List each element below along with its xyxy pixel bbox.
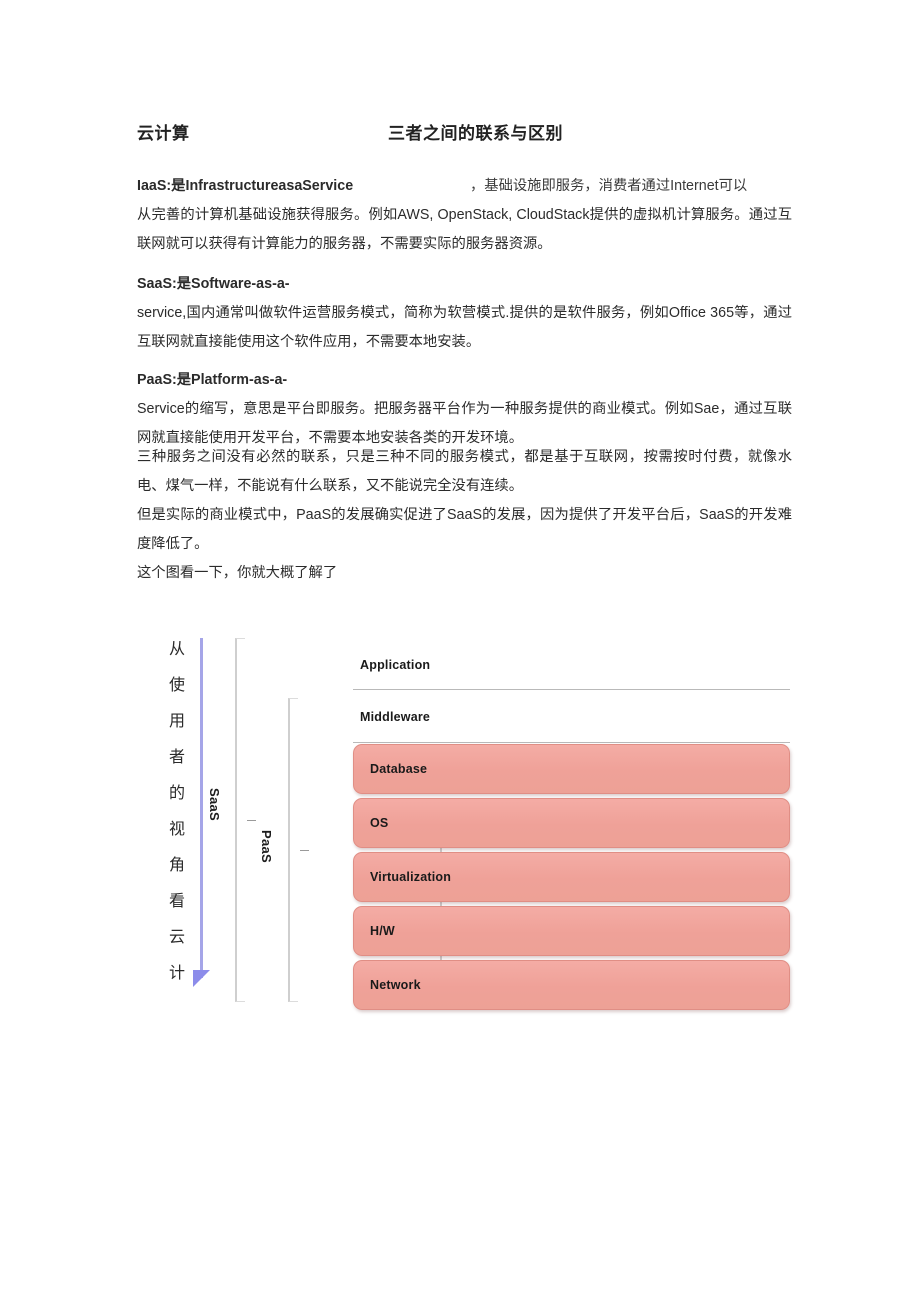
vertical-caption-char: 的 (168, 785, 185, 802)
paas-body: Service的缩写，意思是平台即服务。把服务器平台作为一种服务提供的商业模式。… (137, 401, 792, 446)
stack-box-virtualization: Virtualization (353, 852, 790, 902)
saas-body: service,国内通常叫做软件运营服务模式，简称为软营模式.提供的是软件服务，… (137, 305, 792, 350)
saas-term: SaaS:是Software-as-a- (137, 276, 290, 292)
down-arrow-icon (193, 970, 210, 987)
vertical-caption-char: 看 (168, 893, 185, 910)
closing-paragraphs: 三种服务之间没有必然的联系，只是三种不同的服务模式，都是基于互联网，按需按时付费… (137, 443, 792, 588)
vertical-caption: 从 使 用 者 的 视 角 看 云 计 (162, 642, 192, 982)
iaas-term: IaaS:是InfrastructureasaService (137, 178, 354, 194)
cloud-service-model-diagram: 从 使 用 者 的 视 角 看 云 计 SaaS PaaS Applicatio… (150, 620, 790, 1020)
scope-bracket-saas (235, 638, 256, 1002)
vertical-caption-char: 计 (168, 965, 185, 982)
stack-box-hardware: H/W (353, 906, 790, 956)
page-subtitle: 三者之间的联系与区别 (388, 124, 563, 143)
stack-box-network: Network (353, 960, 790, 1010)
scope-label-saas: SaaS (207, 788, 222, 822)
stack-box-label: OS (370, 816, 389, 830)
vertical-caption-char: 使 (168, 677, 185, 694)
paas-term: PaaS:是Platform-as-a- (137, 372, 288, 388)
scope-label-paas: PaaS (259, 830, 274, 864)
bracket-tick-icon (300, 850, 309, 851)
paragraph-paas: PaaS:是Platform-as-a- Service的缩写，意思是平台即服务… (137, 366, 792, 453)
direction-rule (200, 638, 203, 978)
vertical-caption-char: 云 (168, 929, 185, 946)
scope-bracket-paas (288, 698, 309, 1002)
vertical-caption-char: 角 (168, 857, 185, 874)
heading-row: 云计算 三者之间的联系与区别 (137, 119, 787, 145)
closing-paragraph-1: 三种服务之间没有必然的联系，只是三种不同的服务模式，都是基于互联网，按需按时付费… (137, 449, 792, 494)
layer-divider (353, 742, 790, 743)
closing-paragraph-3: 这个图看一下，你就大概了解了 (137, 565, 338, 581)
paragraph-iaas: IaaS:是InfrastructureasaService ，基础设施即服务，… (137, 172, 792, 259)
stack-box-label: Network (370, 978, 421, 992)
iaas-body: 从完善的计算机基础设施获得服务。例如AWS, OpenStack, CloudS… (137, 207, 792, 252)
stack-box-os: OS (353, 798, 790, 848)
stack-box-label: Virtualization (370, 870, 452, 884)
layer-label-application: Application (360, 658, 431, 672)
layer-divider (353, 689, 790, 690)
saas-definition-line: SaaS:是Software-as-a- (137, 270, 792, 299)
document-page: 云计算 三者之间的联系与区别 IaaS:是InfrastructureasaSe… (0, 0, 920, 1302)
stack-box-database: Database (353, 744, 790, 794)
stack-box-label: H/W (370, 924, 395, 938)
paragraph-saas: SaaS:是Software-as-a- service,国内通常叫做软件运营服… (137, 270, 792, 357)
page-title: 云计算 (137, 124, 190, 143)
paas-definition-line: PaaS:是Platform-as-a- (137, 366, 792, 395)
bracket-tick-icon (247, 820, 256, 821)
vertical-caption-char: 视 (168, 821, 185, 838)
vertical-caption-char: 用 (168, 713, 185, 730)
iaas-term-tail: ，基础设施即服务，消费者通过Internet可以 (470, 178, 748, 194)
vertical-caption-char: 者 (168, 749, 185, 766)
iaas-definition-line: IaaS:是InfrastructureasaService ，基础设施即服务，… (137, 172, 792, 201)
layer-label-middleware: Middleware (360, 710, 431, 724)
closing-paragraph-2: 但是实际的商业模式中，PaaS的发展确实促进了SaaS的发展，因为提供了开发平台… (137, 507, 792, 552)
stack-box-label: Database (370, 762, 428, 776)
vertical-caption-char: 从 (168, 641, 185, 658)
